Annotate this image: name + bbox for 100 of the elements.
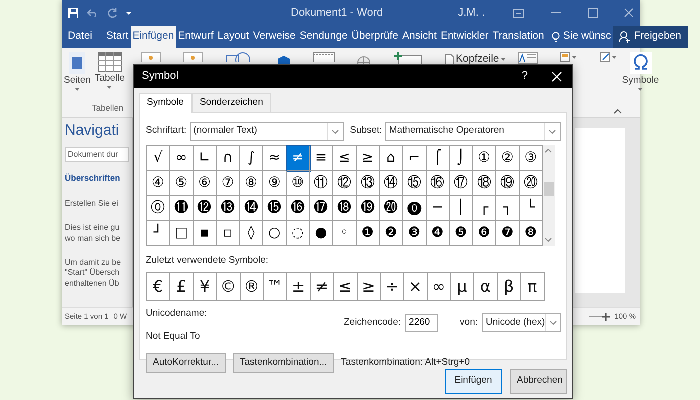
ribbon-tab[interactable]: Sendunge <box>298 26 350 48</box>
symbol-cell[interactable]: ⑫ <box>333 171 357 196</box>
symbol-cell[interactable]: ⓴ <box>380 196 404 221</box>
symbol-cell[interactable]: ⑤ <box>170 171 194 196</box>
pages-button[interactable]: Seiten <box>64 52 91 96</box>
symbol-cell[interactable]: ⓮ <box>240 196 264 221</box>
scrollbar[interactable] <box>543 145 556 246</box>
symbol-cell[interactable]: ≠ <box>310 273 334 302</box>
ribbon-tab[interactable]: Überprüfe <box>350 26 400 48</box>
dialog-tab[interactable]: Sonderzeichen <box>192 93 272 112</box>
symbol-cell[interactable]: ⓱ <box>310 196 334 221</box>
symbol-cell[interactable]: ⑮ <box>403 171 427 196</box>
symbol-cell[interactable]: µ <box>451 273 474 302</box>
dialog-tab[interactable]: Symbole <box>139 93 192 113</box>
symbols-button[interactable]: Symbole <box>622 52 660 96</box>
symbol-cell[interactable]: ⑨ <box>263 171 287 196</box>
symbol-cell[interactable]: ⑱ <box>473 171 496 196</box>
cancel-button[interactable]: Abbrechen <box>510 369 567 394</box>
symbol-cell[interactable]: ⓰ <box>286 196 310 221</box>
symbol-cell[interactable]: ⑬ <box>356 171 380 196</box>
symbol-cell[interactable]: ≤ <box>333 146 357 171</box>
collapse-icon[interactable] <box>614 109 622 114</box>
symbol-cell[interactable]: ┐ <box>496 196 520 221</box>
symbol-cell[interactable]: ± <box>287 273 311 302</box>
symbol-cell[interactable]: ⓭ <box>216 196 240 221</box>
ribbon-tab[interactable]: Entwurf <box>176 26 216 48</box>
symbol-cell[interactable]: ⑧ <box>240 171 264 196</box>
symbol-cell[interactable]: ④ <box>147 171 170 196</box>
picture-icon[interactable] <box>141 52 162 62</box>
symbol-cell[interactable]: ▪ <box>194 221 217 246</box>
symbol-cell[interactable]: ∟ <box>194 146 217 171</box>
symbol-cell[interactable]: ❼ <box>496 221 520 246</box>
ribbon-tab[interactable]: Layout <box>216 26 252 48</box>
font-dropdown[interactable]: (normaler Text) <box>190 122 344 141</box>
share-button[interactable]: Freigeben <box>613 26 688 48</box>
symbol-cell[interactable]: £ <box>170 273 194 302</box>
symbol-cell[interactable]: ∞ <box>170 146 194 171</box>
ribbon-tab[interactable]: Entwickler <box>438 26 491 48</box>
ribbon-tab[interactable]: Ansicht <box>400 26 439 48</box>
zoom-in-icon[interactable] <box>602 312 610 320</box>
header-button[interactable]: Kopfzeile <box>445 52 506 68</box>
symbol-cell[interactable]: ⑪ <box>310 171 334 196</box>
symbol-cell[interactable]: ❶ <box>356 221 380 246</box>
symbol-cell[interactable]: € <box>147 273 170 302</box>
scroll-up-icon[interactable] <box>545 149 552 153</box>
symbol-cell[interactable]: ❸ <box>403 221 427 246</box>
symbol-cell[interactable]: ™ <box>264 273 288 302</box>
symbol-cell[interactable]: ⑭ <box>380 171 404 196</box>
symbol-cell[interactable]: ▫ <box>216 221 240 246</box>
save-icon[interactable] <box>68 8 79 18</box>
symbol-cell[interactable]: ≤ <box>334 273 358 302</box>
symbol-cell[interactable]: ─ <box>426 196 450 221</box>
symbol-cell[interactable]: ❺ <box>450 221 474 246</box>
symbol-cell[interactable]: ≥ <box>356 146 380 171</box>
globe-icon[interactable] <box>357 55 372 65</box>
symbol-cell[interactable]: √ <box>147 146 170 171</box>
symbol-cell[interactable]: ┌ <box>473 196 496 221</box>
symbol-cell[interactable]: ® <box>240 273 264 302</box>
symbol-cell[interactable]: □ <box>170 221 194 246</box>
symbol-cell[interactable]: ⑦ <box>216 171 240 196</box>
symbol-cell[interactable]: ÷ <box>380 273 404 302</box>
symbol-cell[interactable]: │ <box>450 196 474 221</box>
symbol-cell[interactable]: ⑰ <box>450 171 474 196</box>
symbol-cell[interactable]: ⑲ <box>496 171 520 196</box>
symbol-cell[interactable]: ⑥ <box>194 171 217 196</box>
table-button[interactable]: Tabelle <box>94 52 126 96</box>
tell-me-field[interactable]: Sie wünsc <box>550 26 614 48</box>
symbol-cell[interactable]: ⓫ <box>170 196 194 221</box>
symbol-cell[interactable]: ❻ <box>473 221 496 246</box>
symbol-cell[interactable]: ⌐ <box>403 146 427 171</box>
symbol-cell[interactable]: × <box>404 273 428 302</box>
search-field[interactable]: Dokument dur <box>65 147 129 162</box>
caret-icon[interactable] <box>126 10 133 16</box>
symbol-cell[interactable]: ❷ <box>380 221 404 246</box>
dialog-button[interactable]: AutoKorrektur... <box>146 352 226 373</box>
symbol-cell[interactable]: © <box>217 273 241 302</box>
symbol-cell[interactable]: ∩ <box>216 146 240 171</box>
symbol-cell[interactable]: ⓯ <box>263 196 287 221</box>
symbol-cell[interactable]: ┘ <box>147 221 170 246</box>
symbol-cell[interactable]: ¥ <box>194 273 218 302</box>
symbol-cell[interactable]: π <box>521 273 545 302</box>
symbol-cell[interactable]: ⓳ <box>356 196 380 221</box>
insert-button[interactable]: Einfügen <box>445 369 502 394</box>
symbol-cell[interactable]: β <box>498 273 522 302</box>
comment-add-icon[interactable] <box>393 52 424 64</box>
symbol-cell[interactable]: ○ <box>263 221 287 246</box>
symbol-cell[interactable]: ② <box>496 146 520 171</box>
symbol-cell[interactable]: ⓬ <box>194 196 217 221</box>
scrollbar-thumb[interactable] <box>544 182 554 196</box>
ribbon-tab[interactable]: Start <box>104 26 131 48</box>
symbol-cell[interactable]: ≠ <box>286 146 310 171</box>
symbol-cell[interactable]: ① <box>473 146 496 171</box>
symbol-cell[interactable]: ◌ <box>286 221 310 246</box>
redo-icon[interactable] <box>107 8 118 18</box>
ribbon-display-icon[interactable] <box>513 8 524 18</box>
symbol-cell[interactable]: ⌡ <box>450 146 474 171</box>
symbol-cell[interactable]: ◊ <box>240 221 264 246</box>
textbox-icon[interactable] <box>518 52 538 64</box>
symbol-cell[interactable]: ⓪ <box>147 196 170 221</box>
undo-icon[interactable] <box>87 8 99 18</box>
